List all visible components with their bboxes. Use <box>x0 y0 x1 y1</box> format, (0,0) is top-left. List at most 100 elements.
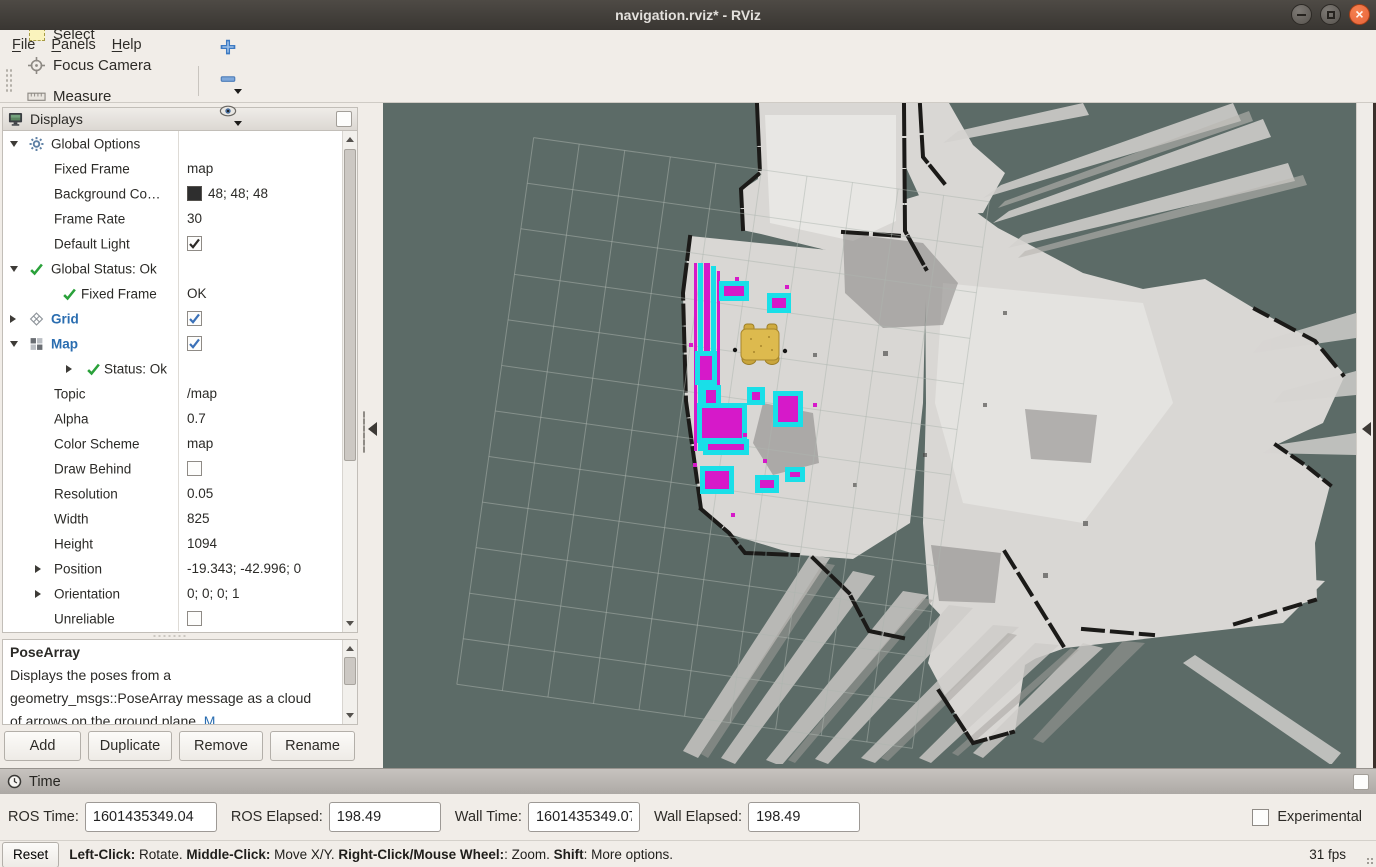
crosshair-icon <box>27 56 46 75</box>
tree-row-background-co[interactable]: Background Co… 48; 48; 48 <box>3 181 357 206</box>
property-value-cell[interactable]: -19.343; -42.996; 0 <box>179 556 357 581</box>
property-value-cell[interactable] <box>179 131 357 156</box>
remove-button[interactable]: Remove <box>179 731 263 761</box>
checkbox[interactable] <box>187 311 202 326</box>
ros-elapsed-input[interactable] <box>329 802 441 832</box>
tree-row-unreliable[interactable]: Unreliable <box>3 606 357 631</box>
panel-float-button[interactable] <box>1353 774 1369 790</box>
property-value-cell[interactable] <box>179 306 357 331</box>
add-tool-button[interactable] <box>211 33 245 65</box>
tree-row-orientation[interactable]: Orientation0; 0; 0; 1 <box>3 581 357 606</box>
property-value-cell[interactable]: 0.05 <box>179 481 357 506</box>
tree-row-status-ok[interactable]: Status: Ok <box>3 356 357 381</box>
panel-splitter-right[interactable] <box>1356 103 1376 768</box>
help-more-link[interactable]: M <box>204 713 216 725</box>
ros-time-input[interactable] <box>85 802 217 832</box>
property-value-cell[interactable] <box>179 606 357 631</box>
checkbox[interactable] <box>187 236 202 251</box>
close-button[interactable]: × <box>1349 4 1370 25</box>
property-value-cell[interactable] <box>179 256 357 281</box>
checkbox[interactable] <box>187 611 202 626</box>
checkbox[interactable] <box>187 336 202 351</box>
tree-row-fixed-frame[interactable]: Fixed FrameOK <box>3 281 357 306</box>
duplicate-button[interactable]: Duplicate <box>88 731 172 761</box>
time-panel-header[interactable]: Time <box>0 768 1376 794</box>
scroll-down-arrow[interactable] <box>343 616 357 631</box>
displays-panel-header[interactable]: Displays <box>2 107 358 131</box>
reset-button[interactable]: Reset <box>2 842 59 867</box>
resize-grip[interactable] <box>1366 857 1374 865</box>
property-value-cell[interactable] <box>179 331 357 356</box>
property-value-cell[interactable]: map <box>179 156 357 181</box>
tree-row-topic[interactable]: Topic/map <box>3 381 357 406</box>
property-value-cell[interactable]: 0.7 <box>179 406 357 431</box>
tree-row-draw-behind[interactable]: Draw Behind <box>3 456 357 481</box>
expander-icon[interactable] <box>10 315 16 323</box>
dropdown-caret-icon[interactable] <box>234 89 242 94</box>
property-value-cell[interactable]: 30 <box>179 206 357 231</box>
property-value-cell[interactable] <box>179 356 357 381</box>
collapse-left-arrow-icon[interactable] <box>368 422 377 436</box>
remove-tool-button[interactable] <box>211 65 245 97</box>
maximize-icon <box>1327 11 1335 19</box>
scrollbar-thumb[interactable] <box>344 657 356 685</box>
expander-icon[interactable] <box>10 266 18 272</box>
dropdown-caret-icon[interactable] <box>234 121 242 126</box>
expander-icon[interactable] <box>35 565 41 573</box>
toolbar-separator <box>198 66 199 96</box>
tree-row-grid[interactable]: Grid <box>3 306 357 331</box>
tree-row-default-light[interactable]: Default Light <box>3 231 357 256</box>
toolbar-drag-handle[interactable] <box>5 68 12 94</box>
property-value-cell[interactable]: 48; 48; 48 <box>179 181 357 206</box>
experimental-checkbox[interactable] <box>1252 809 1269 826</box>
wall-time-input[interactable] <box>528 802 640 832</box>
collapse-right-arrow-icon[interactable] <box>1362 422 1371 436</box>
tree-row-frame-rate[interactable]: Frame Rate30 <box>3 206 357 231</box>
property-value-cell[interactable]: 825 <box>179 506 357 531</box>
tree-row-global-options[interactable]: Global Options <box>3 131 357 156</box>
add-button[interactable]: Add <box>4 731 81 761</box>
tree-row-map[interactable]: Map <box>3 331 357 356</box>
property-name-cell: Width <box>3 506 179 531</box>
panel-splitter-left[interactable] <box>360 103 383 768</box>
status-check-icon <box>62 286 77 301</box>
expander-icon[interactable] <box>66 365 72 373</box>
tool-focus-camera[interactable]: Focus Camera <box>17 50 183 81</box>
panel-float-button[interactable] <box>336 111 352 127</box>
rename-button[interactable]: Rename <box>270 731 355 761</box>
scroll-down-arrow[interactable] <box>343 708 357 723</box>
wall-elapsed-input[interactable] <box>748 802 860 832</box>
minimize-button[interactable] <box>1291 4 1312 25</box>
tree-row-width[interactable]: Width825 <box>3 506 357 531</box>
expander-icon[interactable] <box>10 341 18 347</box>
property-value-cell[interactable]: 1094 <box>179 531 357 556</box>
tree-scrollbar[interactable] <box>342 131 357 632</box>
property-value-cell[interactable] <box>179 456 357 481</box>
expander-icon[interactable] <box>10 141 18 147</box>
checkbox[interactable] <box>187 461 202 476</box>
property-name-cell: Orientation <box>3 581 179 606</box>
property-name-cell: Global Options <box>3 131 179 156</box>
help-scrollbar[interactable] <box>342 640 357 724</box>
tree-row-color-scheme[interactable]: Color Schememap <box>3 431 357 456</box>
tree-row-position[interactable]: Position-19.343; -42.996; 0 <box>3 556 357 581</box>
render-view[interactable] <box>383 103 1356 768</box>
tree-row-resolution[interactable]: Resolution0.05 <box>3 481 357 506</box>
tree-row-global-status-ok[interactable]: Global Status: Ok <box>3 256 357 281</box>
maximize-button[interactable] <box>1320 4 1341 25</box>
property-value-cell[interactable]: OK <box>179 281 357 306</box>
scroll-up-arrow[interactable] <box>343 641 357 656</box>
scroll-up-arrow[interactable] <box>343 132 357 147</box>
property-value-cell[interactable]: /map <box>179 381 357 406</box>
property-value-cell[interactable]: 0; 0; 0; 1 <box>179 581 357 606</box>
scrollbar-thumb[interactable] <box>344 149 356 461</box>
property-value-cell[interactable]: map <box>179 431 357 456</box>
tree-row-fixed-frame[interactable]: Fixed Framemap <box>3 156 357 181</box>
tool-properties-button[interactable] <box>211 97 245 129</box>
tree-row-alpha[interactable]: Alpha0.7 <box>3 406 357 431</box>
expander-icon[interactable] <box>35 590 41 598</box>
property-value-cell[interactable] <box>179 231 357 256</box>
window-controls: × <box>1291 4 1370 25</box>
property-label: Background Co… <box>54 186 161 201</box>
tree-row-height[interactable]: Height1094 <box>3 531 357 556</box>
